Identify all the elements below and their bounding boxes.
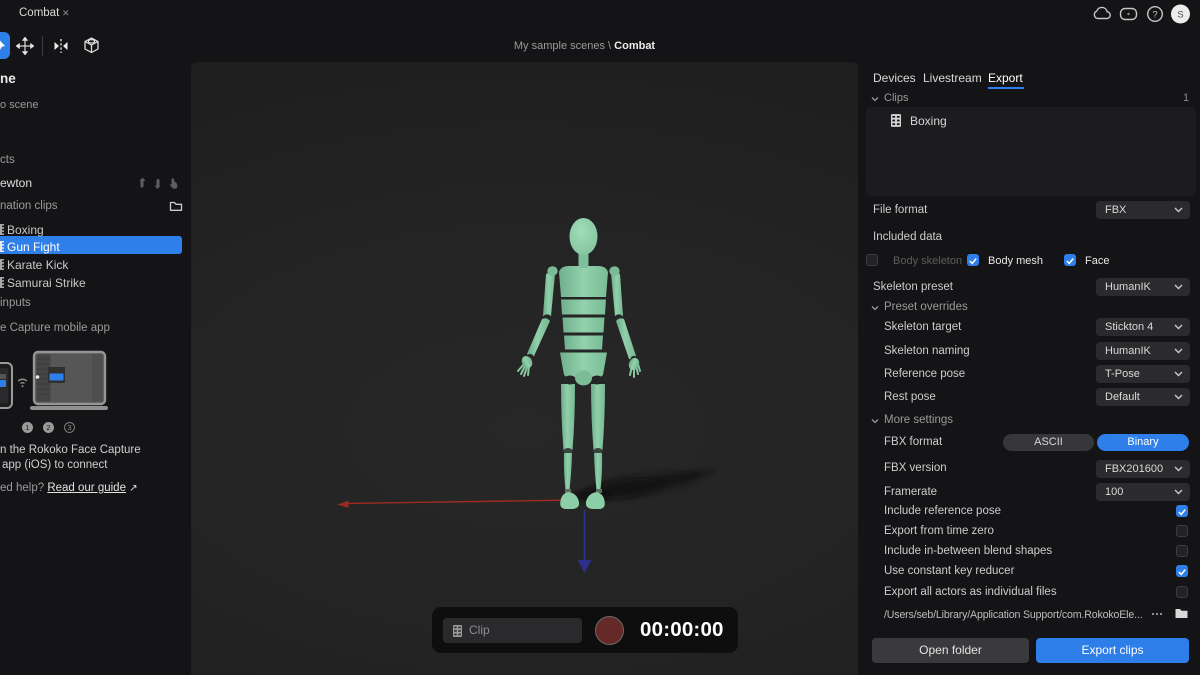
svg-text:S: S (1177, 9, 1183, 20)
svg-text:?: ? (1152, 9, 1157, 20)
